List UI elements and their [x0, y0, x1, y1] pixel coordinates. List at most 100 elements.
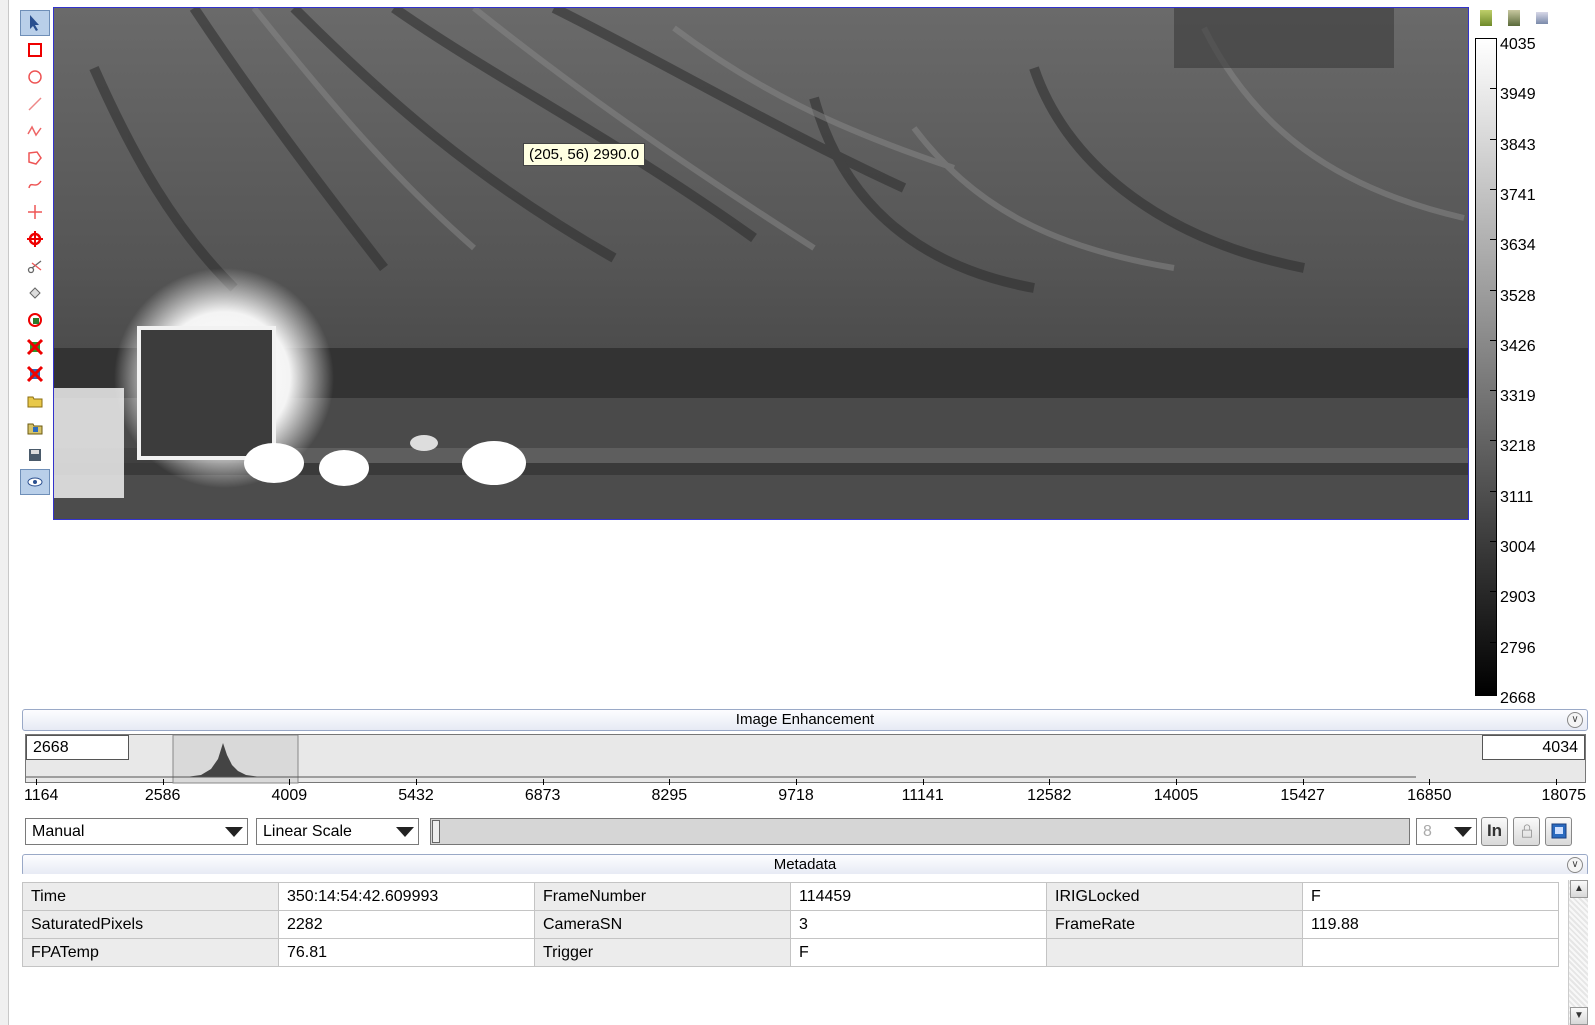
metadata-key: SaturatedPixels — [22, 910, 279, 939]
rotate-icon[interactable] — [20, 307, 50, 333]
chevron-down-icon — [1454, 827, 1472, 837]
delete-all-icon[interactable] — [20, 361, 50, 387]
palette-icon[interactable] — [1480, 10, 1492, 26]
scroll-up-icon[interactable]: ▲ — [1570, 880, 1588, 898]
chevron-down-icon[interactable]: ∨ — [1567, 712, 1583, 728]
metadata-value: 114459 — [790, 882, 1047, 911]
metadata-header[interactable]: Metadata ∨ — [22, 854, 1588, 876]
histogram-tick-mark — [669, 779, 671, 785]
bits-value: 8 — [1423, 823, 1432, 840]
max-value-field[interactable]: 4034 — [1482, 735, 1585, 760]
image-enhancement-header[interactable]: Image Enhancement ∨ — [22, 709, 1588, 731]
colorbar-tick-mark — [1490, 188, 1497, 190]
line-icon[interactable] — [20, 91, 50, 117]
target-icon[interactable] — [20, 226, 50, 252]
slider-handle[interactable] — [432, 820, 440, 843]
metadata-value: 2282 — [278, 910, 535, 939]
metadata-value — [1302, 938, 1559, 967]
colorbar-tick-mark — [1490, 289, 1497, 291]
palette-icon[interactable] — [1536, 12, 1548, 24]
min-value-field[interactable]: 2668 — [26, 735, 129, 760]
colorbar-tick-label: 3426 — [1500, 337, 1536, 355]
panel-title: Image Enhancement — [735, 711, 875, 728]
colorbar-tick-mark — [1490, 541, 1497, 543]
metadata-key: Time — [22, 882, 279, 911]
colorbar-tick-label: 2903 — [1500, 589, 1536, 607]
colorbar-tick-mark — [1490, 390, 1497, 392]
colorbar-tick-label: 3949 — [1500, 86, 1536, 104]
colorbar-tick-mark — [1490, 138, 1497, 140]
histogram-tick-label: 18075 — [1541, 787, 1587, 804]
histogram-tick-mark — [1556, 779, 1557, 785]
metadata-table: Time 350:14:54:42.609993 FrameNumber 114459… — [22, 882, 1559, 967]
chevron-down-icon[interactable]: ∨ — [1567, 857, 1583, 873]
histogram-tick-mark — [1302, 779, 1304, 785]
scissors-icon[interactable] — [20, 253, 50, 279]
pixel-value-tooltip: (205, 56) 2990.0 — [523, 143, 646, 166]
table-row: Time 350:14:54:42.609993 FrameNumber 114459… — [22, 882, 1559, 911]
metadata-key: FrameNumber — [534, 882, 791, 911]
palette-icon[interactable] — [1508, 10, 1520, 26]
freehand-icon[interactable] — [20, 172, 50, 198]
ellipse-icon[interactable] — [20, 64, 50, 90]
chevron-down-icon — [225, 827, 243, 837]
histogram-tick-label: 8295 — [651, 787, 688, 804]
colorbar-tick-label: 3004 — [1500, 539, 1536, 557]
histogram-tick-label: 5432 — [398, 787, 434, 804]
eye-icon[interactable] — [20, 469, 50, 495]
open-folder-icon[interactable] — [20, 388, 50, 414]
metadata-key: Trigger — [534, 938, 791, 967]
scale-value: Linear Scale — [263, 823, 352, 840]
metadata-value: 76.81 — [278, 938, 535, 967]
import-icon[interactable] — [20, 415, 50, 441]
enhancement-slider[interactable] — [430, 818, 1410, 845]
colorbar-tick-mark — [1490, 38, 1497, 39]
histogram-tick-mark — [796, 779, 797, 785]
histogram-tick-label: 15427 — [1280, 787, 1325, 804]
fill-icon[interactable] — [20, 280, 50, 306]
scale-select[interactable]: Linear Scale — [256, 818, 419, 845]
crosshair-icon[interactable] — [20, 199, 50, 225]
histogram-tick-label: 14005 — [1153, 787, 1199, 804]
chevron-down-icon — [396, 827, 414, 837]
colorbar-tick-mark — [1490, 591, 1497, 593]
histogram-tick-label: 2586 — [144, 787, 181, 804]
apply-icon[interactable] — [1545, 817, 1572, 846]
colorbar-tick-label: 2796 — [1500, 639, 1536, 657]
thermal-image-viewer[interactable] — [53, 7, 1469, 520]
polygon-icon[interactable] — [20, 145, 50, 171]
table-row: FPATemp 76.81 Trigger F — [22, 938, 1559, 967]
polyline-icon[interactable] — [20, 118, 50, 144]
histogram-tick-label: 12582 — [1027, 787, 1072, 804]
delete-icon[interactable] — [20, 334, 50, 360]
histogram-tick-mark — [1049, 779, 1051, 785]
metadata-value: 3 — [790, 910, 1047, 939]
histogram[interactable]: 2668 4034 — [25, 734, 1586, 784]
histogram-tick-mark — [922, 779, 924, 785]
histogram-tick-label: 1164 — [24, 787, 59, 804]
pointer-icon[interactable] — [20, 10, 50, 36]
lock-icon[interactable] — [1513, 817, 1540, 846]
histogram-tick-label: 4009 — [271, 787, 308, 804]
metadata-scrollbar[interactable]: ▲ ▼ — [1568, 880, 1588, 1025]
scroll-down-icon[interactable]: ▼ — [1570, 1007, 1588, 1025]
histogram-tick-label: 11141 — [901, 787, 944, 804]
colorbar-tick-mark — [1490, 641, 1497, 643]
rectangle-icon[interactable] — [20, 37, 50, 63]
colorbar-tick-label: 4035 — [1500, 36, 1536, 53]
colorbar — [1475, 38, 1497, 696]
metadata-key — [1046, 938, 1303, 967]
save-icon[interactable] — [20, 442, 50, 468]
colorbar-tick-mark — [1490, 490, 1497, 492]
in-button[interactable]: In — [1481, 817, 1508, 846]
metadata-value: 350:14:54:42.609993 — [278, 882, 535, 911]
mode-select[interactable]: Manual — [25, 818, 248, 845]
panel-title: Metadata — [773, 856, 837, 873]
bits-select[interactable]: 8 — [1416, 818, 1477, 845]
colorbar-tick-label: 2668 — [1500, 690, 1536, 707]
histogram-tick-mark — [36, 779, 37, 785]
mode-value: Manual — [32, 823, 85, 840]
histogram-tick-label: 16850 — [1407, 787, 1452, 804]
histogram-tick-mark — [416, 779, 417, 785]
metadata-key: CameraSN — [534, 910, 791, 939]
